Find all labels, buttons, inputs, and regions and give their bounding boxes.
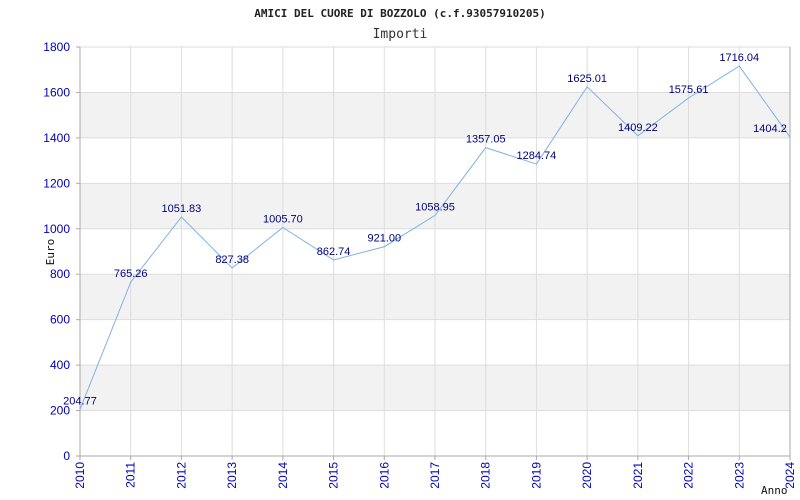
y-tick-label: 800 <box>50 267 70 281</box>
data-label: 1357.05 <box>466 134 506 146</box>
data-label: 921.00 <box>367 233 401 245</box>
x-tick-label: 2021 <box>631 462 645 489</box>
y-tick-label: 0 <box>63 449 70 463</box>
y-tick-label: 1000 <box>43 222 70 236</box>
x-axis-label: Anno <box>761 484 788 497</box>
x-tick-label: 2023 <box>732 462 746 489</box>
data-label: 1409.22 <box>618 122 658 134</box>
data-label: 1625.01 <box>567 73 607 85</box>
x-tick-label: 2019 <box>529 462 543 489</box>
y-tick-label: 1600 <box>43 85 70 99</box>
data-point <box>738 65 740 67</box>
data-label: 1005.70 <box>263 213 303 225</box>
data-point <box>180 216 182 218</box>
data-point <box>383 246 385 248</box>
x-tick-label: 2015 <box>327 462 341 489</box>
y-tick-label: 1200 <box>43 176 70 190</box>
data-label: 1404.2 <box>753 123 787 135</box>
data-point <box>79 408 81 410</box>
x-tick-labels: 2010 2011 2012 2013 2014 2015 2016 2017 2018 2019… <box>73 462 797 489</box>
chart-subtitle: Importi <box>373 27 428 42</box>
data-point <box>637 135 639 137</box>
data-point <box>231 267 233 269</box>
y-tick-label: 600 <box>50 313 70 327</box>
y-tick-label: 1400 <box>43 131 70 145</box>
data-point <box>434 214 436 216</box>
data-point <box>130 281 132 283</box>
data-label: 1716.04 <box>719 52 759 64</box>
data-label: 1058.95 <box>415 201 455 213</box>
data-point <box>586 86 588 88</box>
x-tick-label: 2018 <box>479 462 493 489</box>
data-point <box>485 147 487 149</box>
data-label: 1575.61 <box>669 84 709 96</box>
data-point <box>789 136 791 138</box>
data-label: 1284.74 <box>517 150 557 162</box>
data-point <box>333 259 335 261</box>
data-label: 765.26 <box>114 268 148 280</box>
x-tick-label: 2012 <box>174 462 188 489</box>
y-axis-label: Euro <box>44 239 57 266</box>
line-chart: 020040060080010001200140016001800 2010 20… <box>43 7 797 497</box>
x-tick-label: 2010 <box>73 462 87 489</box>
x-tick-label: 2017 <box>428 462 442 489</box>
x-tick-label: 2011 <box>124 462 138 488</box>
chart-title: AMICI DEL CUORE DI BOZZOLO (c.f.93057910… <box>254 7 545 20</box>
data-point <box>688 97 690 99</box>
x-tick-label: 2013 <box>225 462 239 489</box>
data-point <box>535 163 537 165</box>
x-tick-label: 2022 <box>682 462 696 489</box>
data-label: 204.77 <box>63 395 97 407</box>
y-tick-label: 1800 <box>43 40 70 54</box>
x-tick-label: 2014 <box>276 462 290 489</box>
data-label: 1051.83 <box>162 203 202 215</box>
data-label: 827.38 <box>215 254 249 266</box>
x-tick-label: 2016 <box>377 462 391 489</box>
data-label: 862.74 <box>317 246 351 258</box>
x-tick-label: 2020 <box>580 462 594 489</box>
data-point <box>282 226 284 228</box>
y-tick-label: 400 <box>50 358 70 372</box>
